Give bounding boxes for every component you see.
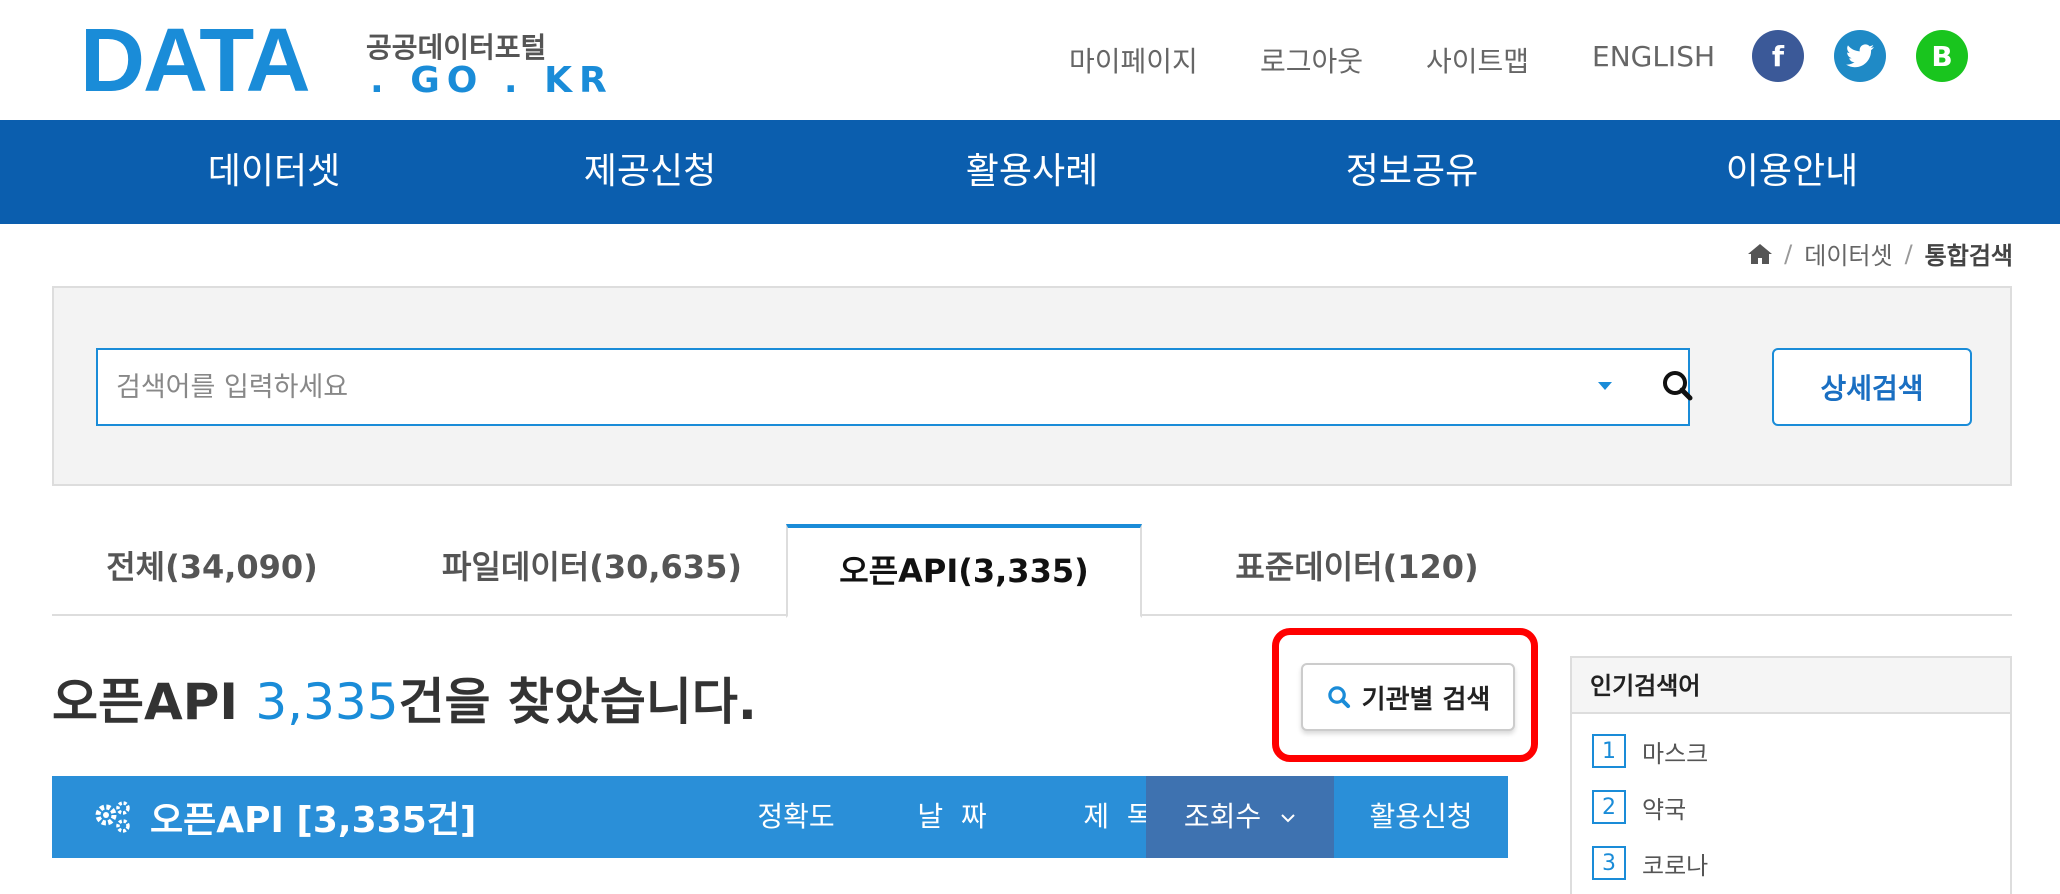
- org-search-label: 기관별 검색: [1361, 684, 1491, 715]
- home-icon[interactable]: [1748, 243, 1773, 264]
- logo-wordmark: DATA: [80, 11, 311, 111]
- sitemap-link[interactable]: 사이트맵: [1426, 40, 1529, 80]
- blog-icon: B: [1931, 39, 1953, 73]
- sortbar-title: 오픈API [3,335건]: [92, 776, 476, 858]
- search-input[interactable]: [116, 350, 1516, 424]
- result-prefix: 오픈API: [52, 673, 256, 731]
- result-count: 3,335: [255, 673, 399, 731]
- result-summary: 오픈API 3,335건을 찾았습니다.: [52, 662, 757, 734]
- rank-badge: 2: [1592, 790, 1626, 824]
- search-box: [96, 348, 1693, 426]
- site-logo[interactable]: DATA 공공데이터포털 . GO . KR: [80, 11, 607, 111]
- nav-dataset[interactable]: 데이터셋: [124, 120, 424, 224]
- keyword-label: 약국: [1642, 795, 1687, 824]
- result-tabs: 전체(34,090) 파일데이터(30,635) 오픈API(3,335) 표준…: [52, 524, 2012, 618]
- search-panel: 상세검색: [52, 286, 2012, 486]
- org-search-button[interactable]: 기관별 검색: [1301, 663, 1515, 731]
- search-icon: [1327, 686, 1350, 709]
- chevron-down-icon: [1281, 814, 1295, 823]
- mypage-link[interactable]: 마이페이지: [1069, 40, 1198, 80]
- twitter-icon: [1846, 44, 1874, 68]
- logout-link[interactable]: 로그아웃: [1260, 40, 1363, 80]
- tab-all[interactable]: 전체(34,090): [52, 524, 372, 616]
- twitter-button[interactable]: [1834, 30, 1886, 82]
- tab-open-api[interactable]: 오픈API(3,335): [786, 524, 1142, 618]
- breadcrumb-dataset[interactable]: 데이터셋: [1804, 236, 1892, 271]
- breadcrumb-separator: /: [1904, 239, 1913, 268]
- sort-views-label: 조회수: [1183, 800, 1262, 833]
- popular-keywords-title: 인기검색어: [1572, 658, 2010, 714]
- tab-standard-data[interactable]: 표준데이터(120): [1162, 524, 1552, 616]
- gears-icon: [95, 801, 130, 833]
- tab-file-data[interactable]: 파일데이터(30,635): [392, 524, 792, 616]
- site-header: DATA 공공데이터포털 . GO . KR 마이페이지 로그아웃 사이트맵 E…: [0, 0, 2060, 120]
- breadcrumb: / 데이터셋 / 통합검색: [1748, 236, 2013, 271]
- nav-request[interactable]: 제공신청: [500, 120, 800, 224]
- blog-button[interactable]: B: [1916, 30, 1968, 82]
- highlight-box: 기관별 검색: [1272, 628, 1538, 762]
- nav-guide[interactable]: 이용안내: [1642, 120, 1942, 224]
- search-dropdown-caret-icon[interactable]: [1598, 382, 1612, 390]
- list-item[interactable]: 2 약국: [1592, 788, 1686, 826]
- result-suffix: 건을 찾았습니다.: [398, 673, 757, 731]
- keyword-label: 코로나: [1642, 851, 1709, 880]
- nav-cases[interactable]: 활용사례: [882, 120, 1182, 224]
- logo-domain: . GO . KR: [370, 60, 614, 101]
- facebook-icon: f: [1771, 39, 1785, 73]
- breadcrumb-separator: /: [1784, 239, 1793, 268]
- english-link[interactable]: ENGLISH: [1592, 40, 1715, 73]
- sort-bar: 오픈API [3,335건] 정확도 날 짜 제 목 조회수 활용신청: [52, 776, 1508, 858]
- rank-badge: 3: [1592, 846, 1626, 880]
- search-icon[interactable]: [1658, 366, 1698, 406]
- keyword-label: 마스크: [1642, 739, 1709, 768]
- breadcrumb-current: 통합검색: [1924, 242, 2013, 270]
- popular-keywords: 인기검색어 1 마스크 2 약국 3 코로나: [1570, 656, 2012, 894]
- facebook-button[interactable]: f: [1752, 30, 1804, 82]
- advanced-search-button[interactable]: 상세검색: [1772, 348, 1972, 426]
- nav-info-share[interactable]: 정보공유: [1262, 120, 1562, 224]
- rank-badge: 1: [1592, 734, 1626, 768]
- main-navigation: 데이터셋 제공신청 활용사례 정보공유 이용안내: [0, 120, 2060, 224]
- sort-views[interactable]: 조회수: [1146, 776, 1334, 858]
- list-item[interactable]: 3 코로나: [1592, 844, 1708, 882]
- list-item[interactable]: 1 마스크: [1592, 732, 1708, 770]
- sort-apply-count[interactable]: 활용신청: [1334, 776, 1508, 858]
- sortbar-title-text: 오픈API [3,335건]: [150, 800, 477, 841]
